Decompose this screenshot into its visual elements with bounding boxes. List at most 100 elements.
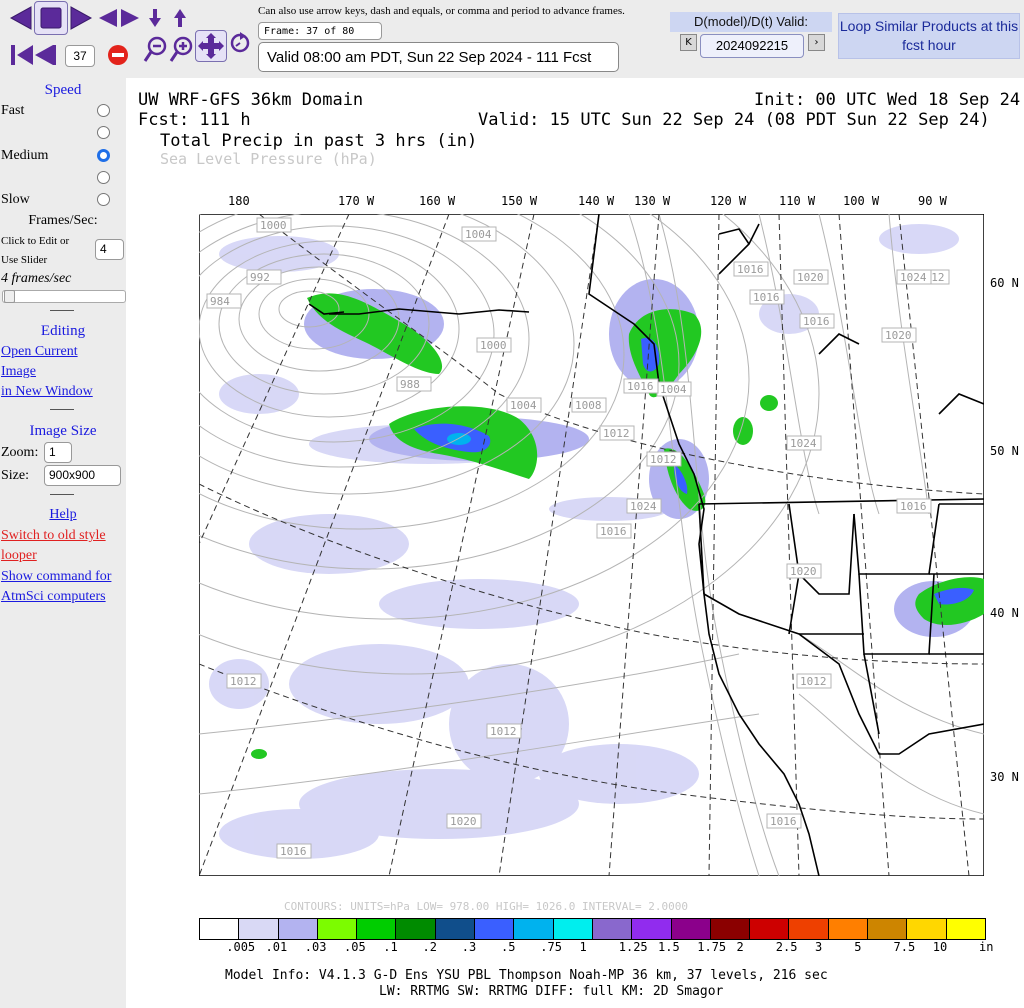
zoom-input[interactable]: 1 — [44, 442, 72, 463]
forecast-hour: Fcst: 111 h — [138, 110, 251, 130]
divider — [50, 310, 74, 311]
zoom-in-button[interactable] — [168, 35, 194, 65]
legend-swatch — [513, 919, 553, 939]
prev-date-button[interactable]: K — [680, 34, 697, 51]
frame-counter: Frame: 37 of 80 — [258, 22, 382, 40]
legend-swatch — [434, 919, 475, 939]
size-input[interactable]: 900x900 — [44, 465, 121, 486]
longitude-label: 180 — [228, 194, 250, 208]
field-title-slp: Sea Level Pressure (hPa) — [160, 150, 377, 168]
legend-label: 2 — [736, 940, 744, 954]
legend-label: in — [979, 940, 994, 954]
isobar-label: 1024 — [790, 437, 817, 450]
isobar-label: 1020 — [797, 271, 824, 284]
latitude-label: 30 N — [990, 770, 1019, 784]
valid-time-display: Valid 08:00 am PDT, Sun 22 Sep 2024 - 11… — [258, 42, 619, 72]
legend-swatch — [945, 919, 985, 939]
isobar-label: 1020 — [885, 329, 912, 342]
speed-fast-label: Fast — [1, 103, 25, 118]
legend-swatch — [631, 919, 671, 939]
next-date-button[interactable]: › — [808, 34, 825, 51]
legend-label: 5 — [854, 940, 862, 954]
isobar-label: 1000 — [260, 219, 287, 232]
longitude-label: 100 W — [843, 194, 880, 208]
legend-label: .5 — [501, 940, 516, 954]
show-command-link[interactable]: Show command for — [1, 569, 111, 585]
isobar-label: 1016 — [737, 263, 764, 276]
atmsci-link[interactable]: AtmSci computers — [1, 589, 106, 605]
isobar-label: 1020 — [450, 815, 477, 828]
legend-swatch — [906, 919, 946, 939]
sidebar: Speed Fast Medium Slow Frames/Sec: Click… — [0, 78, 126, 1008]
valid-line: Valid: 15 UTC Sun 22 Sep 24 (08 PDT Sun … — [478, 110, 990, 130]
frame-number-input[interactable]: 37 — [65, 45, 95, 67]
play-backward-button[interactable] — [5, 3, 37, 33]
isobar-label: 1008 — [575, 399, 602, 412]
forecast-image[interactable]: UW WRF-GFS 36km Domain Init: 00 UTC Wed … — [126, 78, 1024, 1008]
legend-label: 2.5 — [775, 940, 798, 954]
isobar-label: 1024 — [630, 500, 657, 513]
click-edit-label: Click to Edit or — [1, 235, 70, 247]
speed-radio-2[interactable] — [97, 126, 110, 139]
fps-input[interactable]: 4 — [95, 239, 124, 260]
isobar-label: 988 — [400, 378, 420, 391]
legend-label: 1.75 — [697, 940, 727, 954]
longitude-label: 140 W — [578, 194, 615, 208]
legend-label: 10 — [932, 940, 948, 954]
longitude-label: 150 W — [501, 194, 538, 208]
play-forward-button[interactable] — [66, 3, 96, 33]
zoom-out-icon — [143, 36, 167, 62]
isobar-label: 1012 — [603, 427, 630, 440]
slider-knob[interactable] — [4, 290, 15, 303]
model-title: UW WRF-GFS 36km Domain — [138, 90, 364, 110]
legend-swatch — [591, 919, 632, 939]
fps-label: Frames/Sec: — [28, 213, 98, 228]
zoom-out-button[interactable] — [142, 35, 168, 65]
isobar-label: 1012 — [800, 675, 827, 688]
fps-slider[interactable] — [2, 290, 126, 303]
pan-button[interactable] — [195, 30, 227, 62]
longitude-label: 160 W — [419, 194, 456, 208]
longitude-label: 120 W — [710, 194, 747, 208]
legend-label: .3 — [461, 940, 477, 954]
isobar-label: 1016 — [803, 315, 830, 328]
model-info-1: Model Info: V4.1.3 G-D Ens YSU PBL Thomp… — [225, 968, 828, 983]
speed-radio-4[interactable] — [97, 171, 110, 184]
new-window-link[interactable]: in New Window — [1, 384, 93, 400]
legend-label: .1 — [383, 940, 398, 954]
precip-map: 1000 992 984 1004 1000 988 1004 1016 1020 1016 101… — [199, 214, 984, 876]
legend-label: 1 — [579, 940, 587, 954]
legend-swatch — [356, 919, 396, 939]
help-link[interactable]: Help — [0, 507, 126, 523]
speed-radio-slow[interactable] — [97, 193, 110, 206]
latitude-label: 60 N — [990, 276, 1019, 290]
field-title-precip: Total Precip in past 3 hrs (in) — [160, 131, 478, 151]
isobar-label: 1016 — [627, 380, 654, 393]
isobar-label: 1024 — [900, 271, 927, 284]
isobar-label: 1016 — [600, 525, 627, 538]
isobar-label: 1012 — [650, 453, 677, 466]
legend-swatch — [200, 919, 239, 939]
speed-radio-medium[interactable] — [97, 149, 110, 162]
legend-label: .75 — [540, 940, 562, 954]
step-down-button[interactable] — [146, 7, 164, 29]
stop-button[interactable] — [34, 1, 68, 35]
image-link[interactable]: Image — [1, 364, 36, 380]
longitude-label: 130 W — [634, 194, 671, 208]
step-up-button[interactable] — [171, 7, 189, 29]
legend-swatch — [277, 919, 317, 939]
switch-old-link[interactable]: Switch to old style — [1, 528, 106, 544]
loop-similar-button[interactable]: Loop Similar Products at this fcst hour — [838, 13, 1020, 59]
legend-label: 1.5 — [658, 940, 680, 954]
legend-swatch — [552, 919, 592, 939]
date-input[interactable]: 2024092215 — [700, 34, 804, 58]
rock-button[interactable] — [97, 5, 141, 31]
legend-swatch — [474, 919, 514, 939]
reset-button[interactable] — [227, 30, 253, 56]
delete-frame-button[interactable] — [106, 43, 130, 67]
first-frame-button[interactable] — [8, 42, 58, 68]
speed-radio-fast[interactable] — [97, 104, 110, 117]
legend-swatch — [788, 919, 828, 939]
open-current-link[interactable]: Open Current — [1, 344, 78, 360]
looper-link[interactable]: looper — [1, 548, 37, 564]
